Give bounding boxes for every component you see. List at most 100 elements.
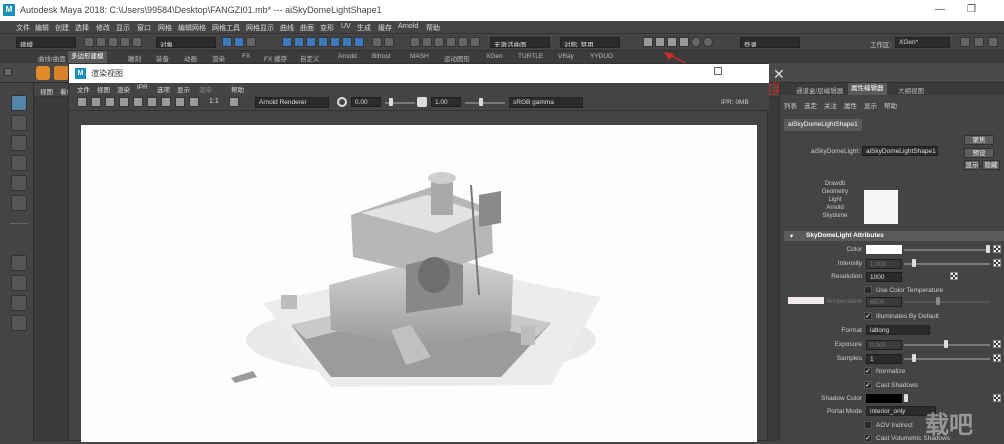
symmetry-dropdown[interactable]: 对称: 禁用 — [560, 37, 620, 48]
temperature-knob[interactable] — [936, 297, 940, 305]
highlight-selection-icon[interactable] — [384, 37, 394, 47]
viewport-menu-view[interactable]: 视图 — [40, 86, 53, 96]
menu-edit[interactable]: 编辑 — [35, 23, 49, 33]
two-pane-layout-icon[interactable] — [11, 295, 27, 311]
intensity-knob[interactable] — [912, 259, 916, 267]
snap-live-icon[interactable] — [458, 37, 468, 47]
normalize-checkbox[interactable]: ✓ — [864, 367, 872, 375]
lock-selection-icon[interactable] — [372, 37, 382, 47]
menu-mesh-display[interactable]: 网格显示 — [246, 23, 274, 33]
render-current-frame-icon[interactable] — [655, 37, 665, 47]
menu-select[interactable]: 选择 — [75, 23, 89, 33]
scale-tool-icon[interactable] — [11, 195, 27, 211]
attr-menu-attributes[interactable]: 属性 — [844, 100, 857, 110]
object-mode-icon[interactable] — [234, 37, 244, 47]
four-pane-layout-icon[interactable] — [11, 275, 27, 291]
snap-grid-icon[interactable] — [410, 37, 420, 47]
minimize-button[interactable]: — — [935, 4, 945, 15]
exposure-knob[interactable] — [944, 340, 948, 348]
rv-menu-options[interactable]: 选项 — [157, 84, 170, 94]
select-by-curve-icon[interactable] — [306, 37, 316, 47]
toggle-attribute-editor-icon[interactable] — [974, 37, 984, 47]
hierarchy-mode-icon[interactable] — [222, 37, 232, 47]
color-map-icon[interactable] — [993, 245, 1001, 253]
exposure-map-icon[interactable] — [993, 340, 1001, 348]
open-scene-icon[interactable] — [96, 37, 106, 47]
shelf-tab-fx[interactable]: FX — [242, 53, 250, 60]
snap-point-icon[interactable] — [434, 37, 444, 47]
render-view-icon[interactable] — [643, 37, 653, 47]
color-slider[interactable] — [904, 249, 990, 251]
select-by-render-icon[interactable] — [354, 37, 364, 47]
tab-channel-box[interactable]: 通道盒/层编辑器 — [796, 85, 843, 95]
rv-ipr-icon[interactable] — [119, 97, 129, 107]
resolution-map-icon[interactable] — [950, 272, 958, 280]
shelf-tab-rendering[interactable]: 渲染 — [212, 53, 225, 63]
shadow-color-knob[interactable] — [904, 394, 908, 402]
menu-curves[interactable]: 曲线 — [280, 23, 294, 33]
single-pane-layout-icon[interactable] — [11, 255, 27, 271]
rv-menu-help[interactable]: 帮助 — [231, 84, 244, 94]
illuminates-checkbox[interactable]: ✓ — [864, 312, 872, 320]
menu-arnold[interactable]: Arnold — [398, 23, 418, 30]
attr-menu-focus[interactable]: 关注 — [824, 100, 837, 110]
shelf-tab-vray[interactable]: VRay — [558, 53, 574, 60]
ipr-render-icon[interactable] — [667, 37, 677, 47]
select-tool-icon[interactable] — [11, 95, 27, 111]
rv-menu-display[interactable]: 显示 — [177, 84, 190, 94]
rv-menu-render[interactable]: 渲染 — [117, 84, 130, 94]
cast-shadows-checkbox[interactable]: ✓ — [864, 381, 872, 389]
new-scene-icon[interactable] — [84, 37, 94, 47]
menu-uv[interactable]: UV — [341, 23, 351, 30]
attr-menu-show[interactable]: 显示 — [864, 100, 877, 110]
render-view-maximize-button[interactable] — [714, 67, 722, 75]
workspace-dropdown[interactable]: XGen* — [895, 37, 950, 48]
hypershade-icon[interactable] — [691, 37, 701, 47]
select-by-handle-icon[interactable] — [282, 37, 292, 47]
resolution-field[interactable]: 1000 — [866, 272, 902, 282]
mode-dropdown[interactable]: 建模 — [16, 37, 76, 48]
aov-indirect-checkbox[interactable] — [864, 421, 872, 429]
show-button[interactable]: 显示 — [964, 160, 980, 170]
menu-deform[interactable]: 变形 — [320, 23, 334, 33]
rv-ipr-refresh-icon[interactable] — [133, 97, 143, 107]
shelf-tab-curves[interactable]: 曲线/曲面 — [38, 53, 66, 63]
login-dropdown[interactable]: 登录 — [740, 37, 800, 48]
shelf-tab-poly-modeling[interactable]: 多边形建模 — [68, 51, 107, 63]
intensity-slider[interactable] — [904, 263, 990, 265]
menu-help[interactable]: 帮助 — [426, 23, 440, 33]
restore-button[interactable]: ❐ — [967, 4, 976, 15]
rv-menu-ipr[interactable]: IPR — [137, 84, 148, 91]
rv-gamma-field[interactable]: 1.00 — [431, 97, 461, 107]
shelf-tab-animation[interactable]: 动画 — [184, 53, 197, 63]
poly-cube-icon[interactable] — [54, 66, 68, 80]
component-mode-icon[interactable] — [246, 37, 256, 47]
hide-button[interactable]: 隐藏 — [982, 160, 1000, 170]
rv-rgb-icon[interactable] — [147, 97, 157, 107]
snap-curve-icon[interactable] — [422, 37, 432, 47]
rv-render-region-icon[interactable] — [91, 97, 101, 107]
shelf-tab-arnold[interactable]: Arnold — [338, 53, 357, 60]
snap-center-icon[interactable] — [470, 37, 480, 47]
menu-cache[interactable]: 缓存 — [378, 23, 392, 33]
toggle-channel-box-icon[interactable] — [988, 37, 998, 47]
redo-icon[interactable] — [132, 37, 142, 47]
intensity-map-icon[interactable] — [993, 259, 1001, 267]
menu-edit-mesh[interactable]: 编辑网格 — [178, 23, 206, 33]
shelf-menu-icon[interactable] — [4, 68, 12, 76]
live-surface-dropdown[interactable]: 无激活曲面 — [490, 37, 550, 48]
save-scene-icon[interactable] — [108, 37, 118, 47]
rv-zoom-icon[interactable] — [229, 97, 239, 107]
menu-modify[interactable]: 修改 — [96, 23, 110, 33]
samples-slider[interactable] — [904, 358, 990, 360]
format-dropdown[interactable]: latlong — [866, 325, 930, 335]
rv-menu-file[interactable]: 文件 — [77, 84, 90, 94]
rv-redo-render-icon[interactable] — [77, 97, 87, 107]
menu-mesh[interactable]: 网格 — [158, 23, 172, 33]
snap-plane-icon[interactable] — [446, 37, 456, 47]
color-swatch[interactable] — [866, 245, 902, 254]
shelf-tab-fx-cache[interactable]: FX 缓存 — [264, 53, 287, 63]
menu-mesh-tools[interactable]: 网格工具 — [212, 23, 240, 33]
menu-windows[interactable]: 窗口 — [137, 23, 151, 33]
render-settings-icon[interactable] — [679, 37, 689, 47]
